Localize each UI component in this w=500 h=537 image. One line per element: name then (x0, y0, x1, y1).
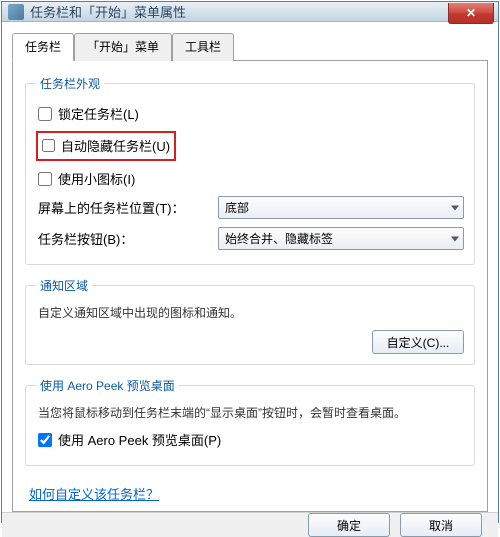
checkbox-small-icons[interactable] (38, 172, 52, 186)
row-taskbar-position: 屏幕上的任务栏位置(T)： 底部 (38, 196, 464, 219)
group-notification-area-legend: 通知区域 (36, 277, 92, 294)
label-taskbar-position: 屏幕上的任务栏位置(T)： (38, 198, 218, 217)
label-lock-taskbar: 锁定任务栏(L) (58, 104, 139, 123)
window-icon (8, 4, 24, 20)
link-how-customize[interactable]: 如何自定义该任务栏？ (29, 484, 159, 503)
customize-button[interactable]: 自定义(C)... (372, 330, 464, 354)
group-aero-peek: 使用 Aero Peek 预览桌面 当您将鼠标移动到任务栏末端的“显示桌面”按钮… (25, 377, 475, 466)
row-taskbar-buttons: 任务栏按钮(B)： 始终合并、隐藏标签 (38, 227, 464, 250)
checkbox-aero-peek[interactable] (38, 433, 52, 447)
client-area: 任务栏 「开始」菜单 工具栏 任务栏外观 锁定任务栏(L) 自动隐藏任务栏(U) (2, 22, 498, 512)
cancel-button[interactable]: 取消 (400, 513, 482, 537)
close-button[interactable]: ✕ (448, 3, 494, 24)
tab-taskbar[interactable]: 任务栏 (12, 33, 74, 61)
combo-taskbar-position[interactable]: 底部 (218, 196, 464, 219)
group-taskbar-appearance-legend: 任务栏外观 (36, 75, 104, 92)
window-title: 任务栏和「开始」菜单属性 (30, 2, 186, 21)
row-small-icons[interactable]: 使用小图标(I) (38, 169, 464, 188)
combo-taskbar-position-value: 底部 (225, 199, 249, 216)
label-autohide-taskbar: 自动隐藏任务栏(U) (61, 136, 170, 155)
combo-taskbar-buttons-value: 始终合并、隐藏标签 (225, 230, 333, 247)
label-taskbar-buttons: 任务栏按钮(B)： (38, 229, 218, 248)
tab-startmenu[interactable]: 「开始」菜单 (74, 33, 172, 61)
notification-desc: 自定义通知区域中出现的图标和通知。 (38, 304, 464, 322)
row-lock-taskbar[interactable]: 锁定任务栏(L) (38, 104, 464, 123)
ok-button[interactable]: 确定 (308, 513, 390, 537)
chevron-down-icon (451, 205, 459, 210)
group-taskbar-appearance: 任务栏外观 锁定任务栏(L) 自动隐藏任务栏(U) 使用小图标(I) (25, 75, 475, 265)
tab-strip: 任务栏 「开始」菜单 工具栏 (12, 33, 488, 61)
combo-taskbar-buttons[interactable]: 始终合并、隐藏标签 (218, 227, 464, 250)
tab-toolbars[interactable]: 工具栏 (172, 33, 234, 61)
label-aero-peek: 使用 Aero Peek 预览桌面(P) (58, 430, 221, 449)
titlebar: 任务栏和「开始」菜单属性 ✕ (2, 2, 498, 22)
checkbox-autohide-taskbar[interactable] (42, 139, 55, 152)
group-notification-area: 通知区域 自定义通知区域中出现的图标和通知。 自定义(C)... (25, 277, 475, 365)
close-icon: ✕ (466, 6, 476, 20)
tab-taskbar-panel: 任务栏外观 锁定任务栏(L) 自动隐藏任务栏(U) 使用小图标(I) (12, 60, 488, 512)
aero-desc: 当您将鼠标移动到任务栏末端的“显示桌面”按钮时，会暂时查看桌面。 (38, 404, 464, 422)
group-aero-peek-legend: 使用 Aero Peek 预览桌面 (36, 377, 179, 394)
chevron-down-icon (451, 236, 459, 241)
dialog-window: 任务栏和「开始」菜单属性 ✕ 任务栏 「开始」菜单 工具栏 任务栏外观 锁定任务… (1, 1, 499, 523)
dialog-footer: 确定 取消 (2, 512, 498, 537)
label-small-icons: 使用小图标(I) (58, 169, 135, 188)
row-aero-peek[interactable]: 使用 Aero Peek 预览桌面(P) (38, 430, 464, 449)
checkbox-lock-taskbar[interactable] (38, 107, 52, 121)
row-autohide-taskbar[interactable]: 自动隐藏任务栏(U) (36, 131, 176, 161)
